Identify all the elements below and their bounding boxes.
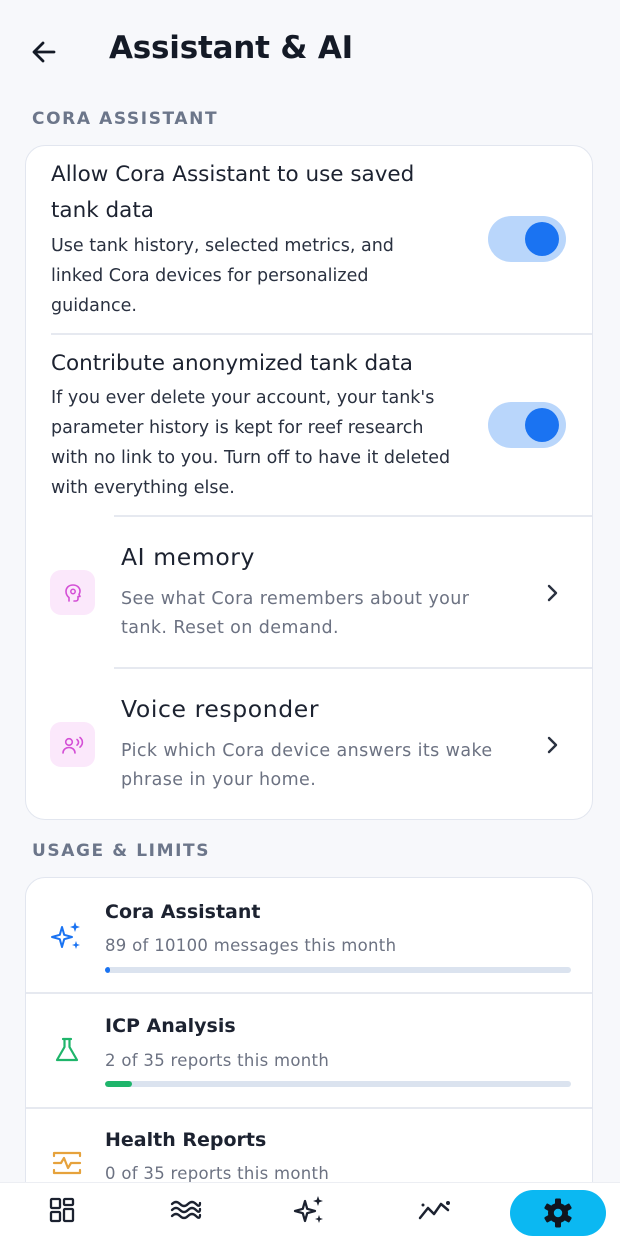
progress-fill	[105, 1081, 132, 1087]
voice-user-icon	[61, 736, 83, 754]
ai-memory-description: See what Cora remembers about your tank.…	[121, 589, 470, 638]
dashboard-icon	[49, 1197, 75, 1223]
ai-memory-row[interactable]: AI memory See what Cora remembers about …	[26, 517, 592, 667]
toggle-knob	[525, 408, 559, 442]
usage-subtitle: 89 of 10100 messages this month	[105, 936, 397, 955]
waves-icon	[170, 1200, 202, 1220]
usage-title: Health Reports	[105, 1129, 267, 1151]
flask-icon	[50, 1033, 84, 1067]
saved-data-row: Allow Cora Assistant to use saved tank d…	[26, 146, 592, 334]
sparkles-icon	[293, 1196, 323, 1223]
toggle-knob	[525, 222, 559, 256]
anonymized-row: Contribute anonymized tank data If you e…	[26, 335, 592, 515]
nav-dashboard[interactable]	[42, 1190, 82, 1230]
usage-limits-card: Cora Assistant 89 of 10100 messages this…	[25, 877, 593, 1217]
ai-memory-icon-tile	[50, 570, 95, 615]
section-label-usage-limits: USAGE & LIMITS	[32, 841, 211, 861]
gear-icon	[544, 1198, 572, 1228]
nav-waves[interactable]	[166, 1190, 206, 1230]
usage-title: ICP Analysis	[105, 1015, 236, 1037]
saved-data-title: Allow Cora Assistant to use saved tank d…	[51, 162, 415, 223]
page-title: Assistant & AI	[109, 30, 353, 66]
anonymized-description: If you ever delete your account, your ta…	[51, 388, 451, 498]
usage-title: Cora Assistant	[105, 901, 261, 923]
trend-icon	[418, 1201, 450, 1220]
voice-responder-title: Voice responder	[121, 695, 320, 723]
usage-progress-bar	[105, 967, 571, 973]
ai-memory-title: AI memory	[121, 543, 256, 571]
usage-row-cora-assistant: Cora Assistant 89 of 10100 messages this…	[26, 878, 592, 992]
brain-head-icon	[64, 583, 81, 602]
arrow-left-icon	[32, 41, 56, 63]
anonymized-title: Contribute anonymized tank data	[51, 351, 413, 376]
usage-subtitle: 2 of 35 reports this month	[105, 1051, 330, 1070]
anonymized-toggle[interactable]	[488, 402, 566, 448]
usage-row-icp-analysis: ICP Analysis 2 of 35 reports this month	[26, 994, 592, 1108]
bottom-navigation	[0, 1182, 620, 1236]
chevron-right-icon	[542, 583, 562, 603]
nav-settings[interactable]	[510, 1190, 606, 1236]
nav-assistant[interactable]	[290, 1190, 330, 1230]
voice-responder-description: Pick which Cora device answers its wake …	[121, 741, 493, 790]
voice-responder-row[interactable]: Voice responder Pick which Cora device a…	[26, 669, 592, 819]
usage-progress-bar	[105, 1081, 571, 1087]
saved-data-toggle[interactable]	[488, 216, 566, 262]
assistant-settings-card: Allow Cora Assistant to use saved tank d…	[25, 145, 593, 820]
health-report-icon	[50, 1146, 84, 1180]
back-button[interactable]	[26, 34, 62, 70]
header: Assistant & AI	[0, 0, 620, 105]
voice-responder-icon-tile	[50, 722, 95, 767]
nav-trends[interactable]	[414, 1190, 454, 1230]
progress-fill	[105, 967, 110, 973]
chevron-right-icon	[542, 735, 562, 755]
section-label-cora-assistant: CORA ASSISTANT	[32, 109, 219, 129]
usage-subtitle: 0 of 35 reports this month	[105, 1164, 330, 1183]
saved-data-description: Use tank history, selected metrics, and …	[51, 236, 394, 316]
sparkles-icon	[50, 919, 84, 953]
